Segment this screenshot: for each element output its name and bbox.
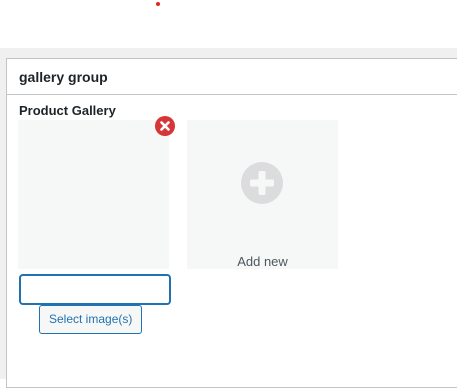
product-gallery-label: Product Gallery xyxy=(19,103,116,118)
add-new-image-button[interactable]: Add new xyxy=(187,120,338,269)
remove-image-icon[interactable] xyxy=(155,116,175,136)
gallery-image-slot[interactable] xyxy=(18,120,169,269)
page-top-area xyxy=(0,0,457,48)
metabox-header[interactable]: gallery group xyxy=(7,59,457,95)
metabox-title: gallery group xyxy=(19,69,108,85)
gallery-ids-input[interactable] xyxy=(19,274,171,305)
add-new-label: Add new xyxy=(237,254,288,269)
select-images-button[interactable]: Select image(s) xyxy=(39,305,143,334)
gallery-group-metabox: gallery group Product Gallery Add new Se… xyxy=(6,58,457,388)
indicator-dot xyxy=(156,2,160,6)
plus-circle-icon xyxy=(241,162,283,204)
